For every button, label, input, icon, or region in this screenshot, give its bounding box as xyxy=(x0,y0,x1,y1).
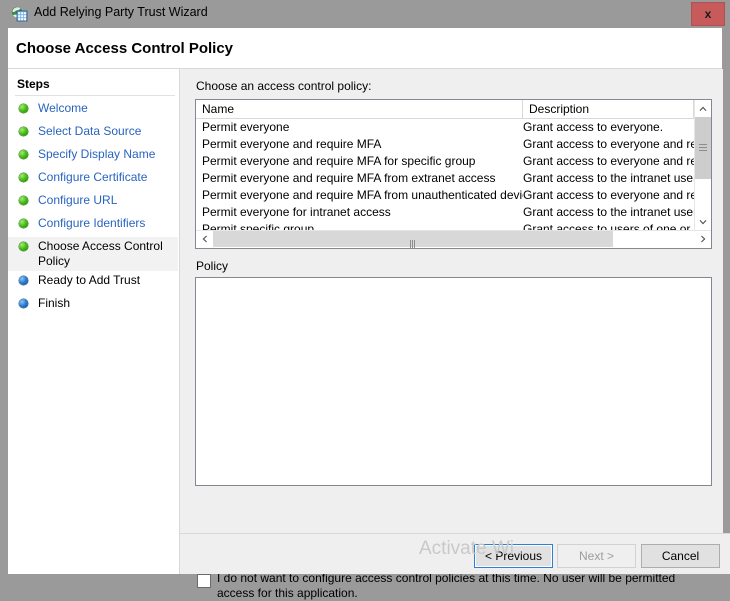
vertical-scroll-thumb[interactable] xyxy=(695,117,711,179)
sidebar-item-label: Specify Display Name xyxy=(38,147,155,161)
no-policy-checkbox-label: I do not want to configure access contro… xyxy=(217,571,707,601)
green-bullet-icon xyxy=(19,104,28,113)
horizontal-scroll-thumb[interactable] xyxy=(213,231,613,247)
cell-description: Grant access to the intranet users an xyxy=(523,170,694,187)
sidebar-item-label: Configure Identifiers xyxy=(38,216,145,230)
steps-divider xyxy=(15,95,175,96)
cell-description: Grant access to everyone and requir xyxy=(523,136,694,153)
scroll-up-icon[interactable] xyxy=(695,100,711,117)
button-bar: < Previous Next > Cancel xyxy=(180,533,730,574)
adfs-globe-icon xyxy=(11,6,28,22)
table-row[interactable]: Permit specific group Grant access to us… xyxy=(196,221,694,230)
sidebar-item-configure-certificate[interactable]: Configure Certificate xyxy=(8,168,178,191)
scroll-down-icon[interactable] xyxy=(695,213,711,230)
vertical-scroll-track[interactable] xyxy=(695,117,711,213)
table-row[interactable]: Permit everyone and require MFA Grant ac… xyxy=(196,136,694,153)
content-panel: Choose an access control policy: Name De… xyxy=(179,69,723,574)
steps-heading: Steps xyxy=(17,77,50,91)
instruction-text: Choose an access control policy: xyxy=(196,79,371,93)
sidebar-item-configure-url[interactable]: Configure URL xyxy=(8,191,178,214)
sidebar-item-configure-identifiers[interactable]: Configure Identifiers xyxy=(8,214,178,237)
green-bullet-icon xyxy=(19,127,28,136)
policy-label: Policy xyxy=(196,259,228,273)
policy-list-header: Name Description xyxy=(196,100,711,119)
cell-name: Permit everyone and require MFA for spec… xyxy=(202,153,523,170)
horizontal-scrollbar[interactable] xyxy=(196,230,711,248)
cell-description: Grant access to everyone and requir xyxy=(523,187,694,204)
sidebar-item-specify-display-name[interactable]: Specify Display Name xyxy=(8,145,178,168)
page-title: Choose Access Control Policy xyxy=(16,40,233,57)
green-bullet-icon xyxy=(19,219,28,228)
sidebar-item-label: Configure URL xyxy=(38,193,117,207)
green-bullet-icon xyxy=(19,173,28,182)
steps-panel: Steps Welcome Select Data Source Specify… xyxy=(8,69,178,574)
scroll-grip-icon xyxy=(699,144,707,151)
policy-preview-box xyxy=(195,277,712,486)
cell-description: Grant access to everyone and requir xyxy=(523,153,694,170)
title-bar: Add Relying Party Trust Wizard x xyxy=(0,0,730,28)
steps-list: Welcome Select Data Source Specify Displ… xyxy=(8,99,178,317)
window-title: Add Relying Party Trust Wizard xyxy=(34,5,208,19)
scroll-grip-icon xyxy=(410,235,416,243)
sidebar-item-choose-access-control-policy[interactable]: Choose Access Control Policy xyxy=(8,237,178,271)
green-bullet-icon xyxy=(19,150,28,159)
scroll-left-icon[interactable] xyxy=(196,231,213,247)
cell-name: Permit specific group xyxy=(202,221,523,230)
green-bullet-icon xyxy=(19,242,28,251)
sidebar-item-label: Welcome xyxy=(38,101,88,115)
policy-list[interactable]: Name Description Permit everyone Grant a… xyxy=(195,99,712,249)
column-header-description[interactable]: Description xyxy=(523,100,694,118)
blue-bullet-icon xyxy=(19,299,28,308)
sidebar-item-label: Choose Access Control Policy xyxy=(38,239,163,268)
cell-name: Permit everyone and require MFA from una… xyxy=(202,187,523,204)
column-header-name[interactable]: Name xyxy=(196,100,523,118)
cell-description: Grant access to the intranet users. xyxy=(523,204,694,221)
table-row[interactable]: Permit everyone and require MFA from una… xyxy=(196,187,694,204)
sidebar-item-finish[interactable]: Finish xyxy=(8,294,178,317)
table-row[interactable]: Permit everyone and require MFA for spec… xyxy=(196,153,694,170)
cell-name: Permit everyone and require MFA from ext… xyxy=(202,170,523,187)
table-row[interactable]: Permit everyone Grant access to everyone… xyxy=(196,119,694,136)
sidebar-item-label: Ready to Add Trust xyxy=(38,273,140,287)
page-header: Choose Access Control Policy xyxy=(8,28,722,68)
sidebar-item-label: Configure Certificate xyxy=(38,170,147,184)
previous-button[interactable]: < Previous xyxy=(474,544,553,568)
next-button: Next > xyxy=(557,544,636,568)
cell-name: Permit everyone and require MFA xyxy=(202,136,523,153)
sidebar-item-select-data-source[interactable]: Select Data Source xyxy=(8,122,178,145)
cell-name: Permit everyone for intranet access xyxy=(202,204,523,221)
wizard-window: Add Relying Party Trust Wizard x Choose … xyxy=(0,0,730,590)
close-button[interactable]: x xyxy=(691,2,725,26)
green-bullet-icon xyxy=(19,196,28,205)
cancel-button[interactable]: Cancel xyxy=(641,544,720,568)
horizontal-scroll-track[interactable] xyxy=(213,231,694,247)
sidebar-item-ready-to-add-trust[interactable]: Ready to Add Trust xyxy=(8,271,178,294)
scroll-right-icon[interactable] xyxy=(694,231,711,247)
policy-list-rows: Permit everyone Grant access to everyone… xyxy=(196,119,694,230)
sidebar-item-label: Select Data Source xyxy=(38,124,141,138)
sidebar-item-label: Finish xyxy=(38,296,70,310)
vertical-scrollbar[interactable] xyxy=(694,100,711,230)
table-row[interactable]: Permit everyone and require MFA from ext… xyxy=(196,170,694,187)
no-policy-checkbox[interactable] xyxy=(197,574,211,588)
blue-bullet-icon xyxy=(19,276,28,285)
cell-description: Grant access to users of one or more xyxy=(523,221,694,230)
cell-description: Grant access to everyone. xyxy=(523,119,694,136)
cell-name: Permit everyone xyxy=(202,119,523,136)
client-area: Choose Access Control Policy Steps Welco… xyxy=(8,28,722,574)
sidebar-item-welcome[interactable]: Welcome xyxy=(8,99,178,122)
table-row[interactable]: Permit everyone for intranet access Gran… xyxy=(196,204,694,221)
